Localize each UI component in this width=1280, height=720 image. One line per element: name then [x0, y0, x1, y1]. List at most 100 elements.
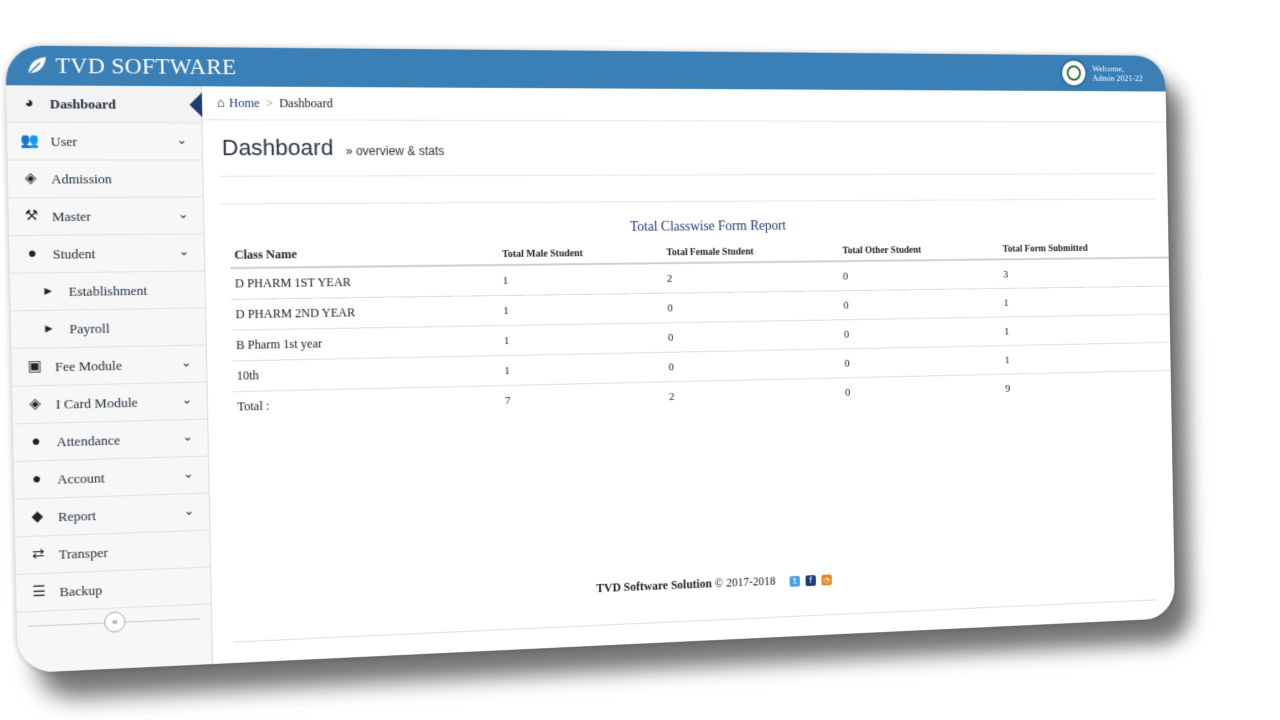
chevron-down-icon: ⌄ [182, 429, 193, 444]
brand-name: TVD SOFTWARE [55, 52, 237, 80]
twitter-icon[interactable]: t [789, 575, 801, 587]
exchange-icon: ⇄ [31, 546, 45, 563]
column-header: Total Male Student [497, 239, 663, 266]
page-header: Dashboard » overview & stats [202, 120, 1167, 161]
sidebar-item-label: Backup [59, 581, 103, 599]
other-count-cell: 0 [838, 259, 1000, 291]
sidebar-item-payroll[interactable]: ▸ Payroll [10, 308, 206, 350]
total-form-submitted-cell: 9 [1005, 382, 1011, 395]
user-icon: ● [27, 245, 38, 262]
form-submitted-cell: 3 [999, 257, 1171, 289]
page-subtitle: » overview & stats [345, 143, 445, 159]
chevron-down-icon: ⌄ [176, 132, 188, 148]
sidebar-item-student[interactable]: ● Student ⌄ [9, 234, 205, 274]
leaf-icon [25, 56, 47, 77]
brand-logo[interactable]: TVD SOFTWARE [5, 52, 237, 81]
sidebar-item-fee-module[interactable]: ▣ Fee Module ⌄ [11, 345, 207, 387]
class-name-cell: D PHARM 2ND YEAR [231, 295, 500, 331]
chevron-down-icon: ⌄ [178, 243, 190, 259]
total-male-cell: 7 [504, 394, 511, 407]
breadcrumb: ⌂ Home > Dashboard [201, 86, 1167, 123]
user-icon: ● [32, 471, 42, 488]
chevron-down-icon: ⌄ [177, 206, 189, 222]
breadcrumb-home[interactable]: Home [229, 95, 260, 110]
sidebar: ◕ Dashboard 👥 User ⌄ ◈ Admission ⚒ Maste… [6, 85, 214, 674]
breadcrumb-current: Dashboard [278, 95, 333, 110]
ticket-icon: ◈ [29, 396, 42, 413]
form-submitted-cell: 1 [1000, 314, 1172, 346]
chevron-down-icon: ⌄ [180, 355, 192, 370]
column-header: Class Name [229, 241, 499, 269]
form-submitted-cell: 1 [999, 286, 1172, 318]
main-content: ⌂ Home > Dashboard Dashboard » overview … [201, 86, 1175, 664]
sidebar-item-label: I Card Module [55, 393, 138, 412]
user-menu[interactable]: Welcome, Admin 2021-22 [1059, 58, 1166, 88]
male-count-cell: 1 [500, 352, 666, 386]
page-title: Dashboard [221, 134, 334, 161]
ticket-icon: ◈ [24, 171, 37, 187]
top-bar: TVD SOFTWARE Welcome, Admin 2021-22 [5, 45, 1166, 92]
sidebar-item-label: Payroll [69, 319, 110, 337]
column-header: Total Other Student [838, 236, 1000, 262]
total-label: Total : [237, 398, 270, 414]
facebook-icon[interactable]: f [805, 574, 816, 586]
male-count-cell: 1 [499, 322, 665, 356]
divider [218, 173, 1155, 177]
sidebar-item-label: Dashboard [49, 95, 116, 112]
female-count-cell: 0 [664, 319, 841, 353]
sidebar-item-attendance[interactable]: ● Attendance ⌄ [12, 419, 208, 463]
class-name-cell: D PHARM 1ST YEAR [230, 265, 500, 300]
dashboard-icon: ◕ [24, 95, 35, 111]
other-count-cell: 0 [839, 288, 1001, 320]
chevron-down-icon: ⌄ [183, 503, 195, 519]
sidebar-item-icard-module[interactable]: ◈ I Card Module ⌄ [12, 382, 208, 425]
sidebar-item-label: Transper [58, 543, 109, 562]
breadcrumb-separator: > [265, 95, 274, 110]
users-icon: 👥 [20, 133, 40, 150]
classwise-report-table: Class Name Total Male Student Total Fema… [229, 234, 1173, 422]
sidebar-item-dashboard[interactable]: ◕ Dashboard [6, 85, 202, 124]
sidebar-item-label: Establishment [68, 281, 148, 299]
sidebar-item-user[interactable]: 👥 User ⌄ [6, 122, 203, 161]
gavel-icon: ⚒ [24, 208, 39, 225]
sidebar-item-admission[interactable]: ◈ Admission [7, 160, 203, 199]
user-icon: ● [31, 433, 41, 450]
app-window: TVD SOFTWARE Welcome, Admin 2021-22 ◕ Da… [5, 45, 1176, 674]
database-icon: ☰ [32, 584, 46, 601]
caret-right-icon: ▸ [44, 283, 53, 300]
total-other-cell: 0 [844, 386, 851, 399]
other-count-cell: 0 [840, 345, 1002, 378]
other-count-cell: 0 [839, 317, 1001, 349]
footer: TVD Software Solution © 2017-2018 t f ◔ [233, 558, 1157, 612]
footer-company: TVD Software Solution [596, 576, 712, 596]
female-count-cell: 0 [663, 290, 840, 323]
welcome-line: Welcome, [1092, 63, 1125, 74]
male-count-cell: 1 [498, 263, 664, 296]
male-count-cell: 1 [499, 293, 665, 326]
caret-right-icon: ▸ [44, 321, 53, 337]
tag-icon: ◆ [31, 509, 44, 526]
chevron-down-icon: ⌄ [181, 392, 193, 407]
sidebar-item-label: Master [51, 207, 92, 224]
total-female-cell: 2 [669, 390, 675, 403]
sidebar-item-label: Attendance [56, 431, 121, 449]
sidebar-item-label: Report [57, 507, 97, 524]
sidebar-item-master[interactable]: ⚒ Master ⌄ [8, 197, 204, 237]
sidebar-item-label: User [50, 132, 78, 149]
sidebar-item-label: Account [57, 469, 105, 487]
sidebar-item-label: Fee Module [54, 356, 123, 374]
money-icon: ▣ [27, 358, 42, 375]
sidebar-item-label: Admission [51, 170, 112, 187]
sidebar-item-account[interactable]: ● Account ⌄ [13, 456, 209, 500]
divider [218, 198, 1156, 205]
home-icon[interactable]: ⌂ [217, 95, 225, 111]
column-header: Total Female Student [662, 237, 839, 264]
female-count-cell: 0 [664, 348, 841, 382]
collapse-sidebar-button[interactable]: « [103, 611, 126, 633]
sidebar-item-label: Student [52, 245, 96, 262]
rss-icon[interactable]: ◔ [821, 574, 832, 586]
welcome-text: Welcome, Admin 2021-22 [1092, 64, 1143, 83]
avatar[interactable] [1059, 58, 1088, 88]
sidebar-item-establishment[interactable]: ▸ Establishment [9, 271, 206, 312]
female-count-cell: 2 [662, 261, 840, 294]
